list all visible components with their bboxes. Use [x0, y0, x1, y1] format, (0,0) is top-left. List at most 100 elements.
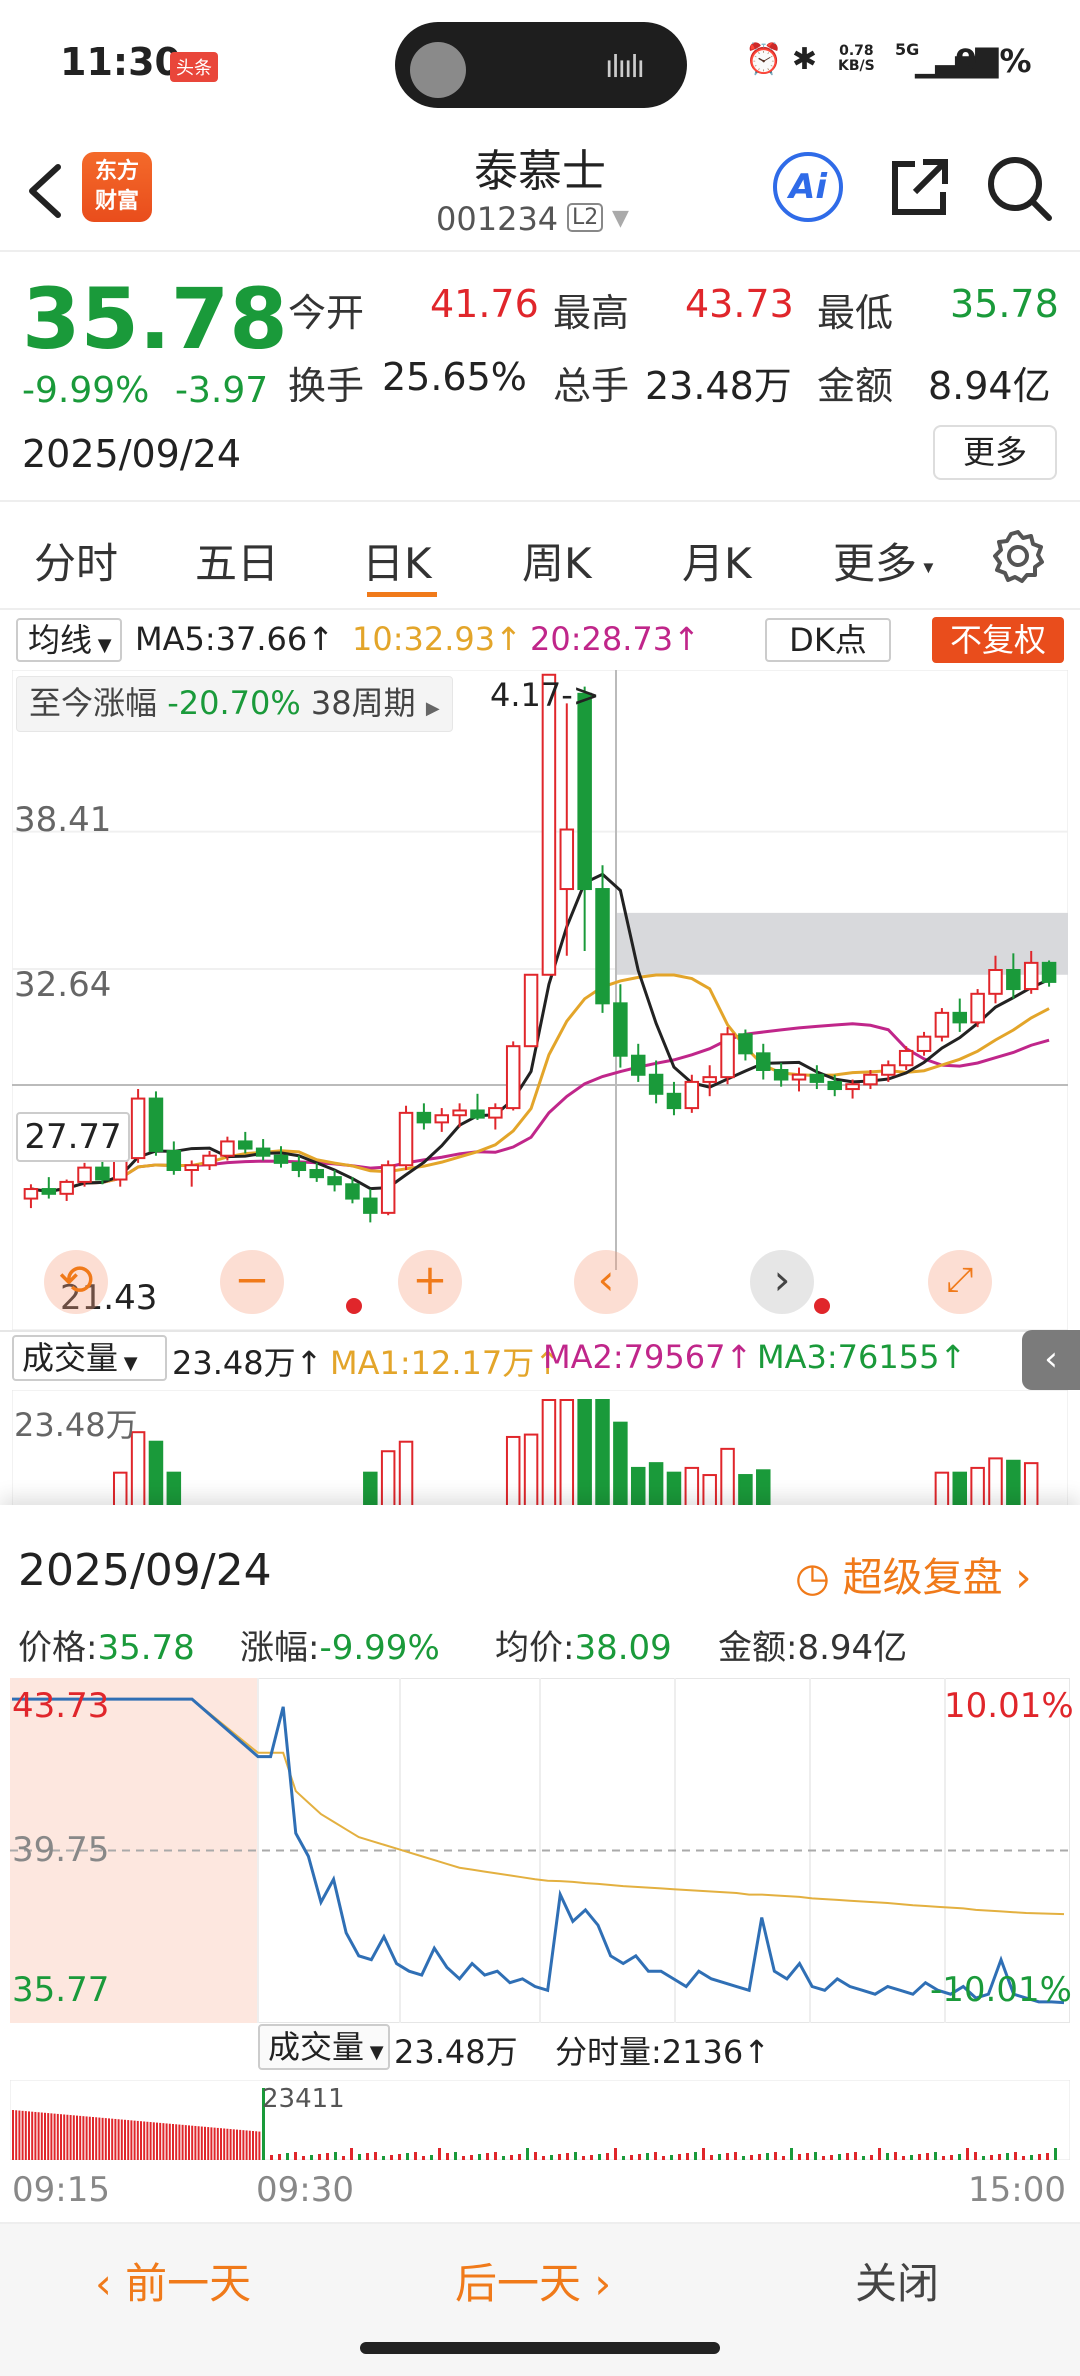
candle-body	[59, 1180, 74, 1195]
volume-bar	[702, 2148, 705, 2160]
volume-indicator-select[interactable]: 成交量 ▼	[12, 1335, 167, 1381]
kline-frame	[12, 670, 1068, 1330]
volume-bar	[990, 2155, 993, 2160]
volume-bar	[326, 2153, 329, 2160]
auction-volume-bar	[108, 2118, 110, 2160]
candle-body	[613, 1002, 628, 1057]
indicator-select[interactable]: 均线 ▼	[16, 618, 122, 662]
volume-bar	[894, 2152, 897, 2160]
volume-bar	[742, 2156, 745, 2160]
volume-bar	[438, 2148, 441, 2160]
auction-volume-bar	[248, 2130, 251, 2160]
zoom-in-button[interactable]: +	[398, 1250, 462, 1314]
auction-volume-bar	[28, 2111, 30, 2160]
auction-volume-bar	[37, 2112, 40, 2160]
settings-icon[interactable]	[990, 528, 1046, 584]
candle-body	[130, 1097, 146, 1160]
y-label-top: 38.41	[14, 800, 112, 840]
candle-body	[666, 1092, 682, 1110]
back-button[interactable]	[22, 155, 72, 225]
next-day-label: 后一天	[455, 2259, 582, 2308]
close-button[interactable]: 关闭	[855, 2250, 939, 2311]
volume-bar	[613, 1421, 628, 1510]
volume-bar	[342, 2156, 345, 2160]
volume-bar	[550, 2155, 553, 2160]
chevron-down-icon[interactable]: ▼	[612, 206, 629, 231]
zoom-out-button[interactable]: −	[220, 1250, 284, 1314]
auction-volume-bar	[120, 2119, 123, 2160]
ai-assistant-button[interactable]: Ai	[773, 152, 843, 222]
candle-body	[273, 1154, 289, 1164]
caret-right-icon: ▶	[425, 698, 440, 719]
candle-body	[720, 1033, 735, 1079]
intraday-chart[interactable]	[10, 1678, 1070, 2023]
candle-body	[291, 1161, 307, 1172]
volume-bar	[1030, 2155, 1033, 2160]
super-review-link[interactable]: ◷ 超级复盘 ›	[795, 1545, 1031, 1603]
volume-bar	[646, 2153, 649, 2160]
search-icon[interactable]	[985, 152, 1055, 222]
volume-bar	[798, 2154, 801, 2160]
intraday-volume-select[interactable]: 成交量 ▼	[258, 2024, 390, 2070]
candle-body	[238, 1140, 253, 1150]
auction-volume-bar	[204, 2126, 206, 2160]
more-quote-button[interactable]: 更多	[933, 425, 1057, 480]
prev-day-button[interactable]: ‹ 前一天	[95, 2250, 251, 2311]
stock-code[interactable]: 001234	[436, 200, 558, 238]
auction-volume-bar	[95, 2117, 98, 2160]
auction-volume-bar	[104, 2118, 107, 2160]
volume-bar	[686, 2153, 689, 2160]
ma20-value: 20:28.73↑	[530, 620, 700, 658]
dk-point-button[interactable]: DK点	[765, 618, 891, 662]
auction-volume-bar	[117, 2119, 120, 2160]
tab-more[interactable]: 更多 ▾	[833, 530, 933, 591]
period-summary[interactable]: 至今涨幅 -20.70% 38周期 ▶	[16, 676, 453, 732]
tab-daily-k[interactable]: 日K	[362, 530, 432, 591]
candle-body	[1041, 961, 1057, 983]
auction-volume-bar	[136, 2120, 139, 2160]
tab-five-day[interactable]: 五日	[195, 530, 279, 591]
auction-volume-bar	[165, 2123, 168, 2160]
high-label: 最高	[553, 291, 630, 335]
candle-body	[488, 1107, 503, 1119]
next-day-button[interactable]: 后一天 ›	[455, 2250, 611, 2311]
volume-bar	[806, 2153, 809, 2160]
volume-bar	[934, 2152, 937, 2160]
tab-intraday[interactable]: 分时	[34, 530, 118, 591]
adjustment-button[interactable]: 不复权	[932, 617, 1064, 663]
vol-y-label: 23.48万	[14, 1406, 138, 1444]
fullscreen-icon[interactable]: ⤢	[928, 1250, 992, 1314]
history-icon[interactable]: ⟲	[44, 1250, 108, 1314]
candle-body	[327, 1176, 342, 1186]
auction-volume-bar	[152, 2122, 155, 2160]
candle-body	[184, 1164, 199, 1172]
auction-volume-bar	[69, 2115, 72, 2160]
auction-volume-bar	[85, 2116, 88, 2160]
tab-monthly-k[interactable]: 月K	[682, 530, 752, 591]
volume-bar	[1022, 2156, 1025, 2160]
volume-bar	[302, 2156, 305, 2160]
collapse-panel-button[interactable]: ‹	[1022, 1330, 1080, 1390]
auction-volume-bar	[226, 2128, 229, 2160]
candle-body	[434, 1114, 450, 1124]
tab-weekly-k[interactable]: 周K	[522, 530, 592, 591]
volume-bar	[1054, 2148, 1057, 2160]
volume-bar	[734, 2152, 737, 2160]
intraday-volume-value: 23.48万	[394, 2033, 518, 2071]
caret-down-icon: ▾	[917, 554, 934, 579]
volume-bar	[398, 1440, 414, 1510]
auction-volume-bar	[101, 2117, 104, 2160]
share-icon[interactable]	[885, 152, 951, 222]
volume-bar	[790, 2148, 793, 2160]
change-percent: -9.99%	[22, 370, 150, 411]
metric-change: 涨幅:-9.99%	[240, 1620, 440, 1669]
chevron-right-icon[interactable]: ›	[750, 1250, 814, 1314]
intraday-low-pct: -10.01%	[930, 1970, 1072, 2010]
auction-volume-bar	[213, 2127, 216, 2160]
volume-bar	[559, 1399, 575, 1510]
chevron-left-icon[interactable]: ‹	[574, 1250, 638, 1314]
volume-bar	[380, 1450, 396, 1510]
kline-chart[interactable]	[12, 670, 1068, 1330]
event-dot[interactable]	[814, 1298, 830, 1314]
event-dot[interactable]	[346, 1298, 362, 1314]
